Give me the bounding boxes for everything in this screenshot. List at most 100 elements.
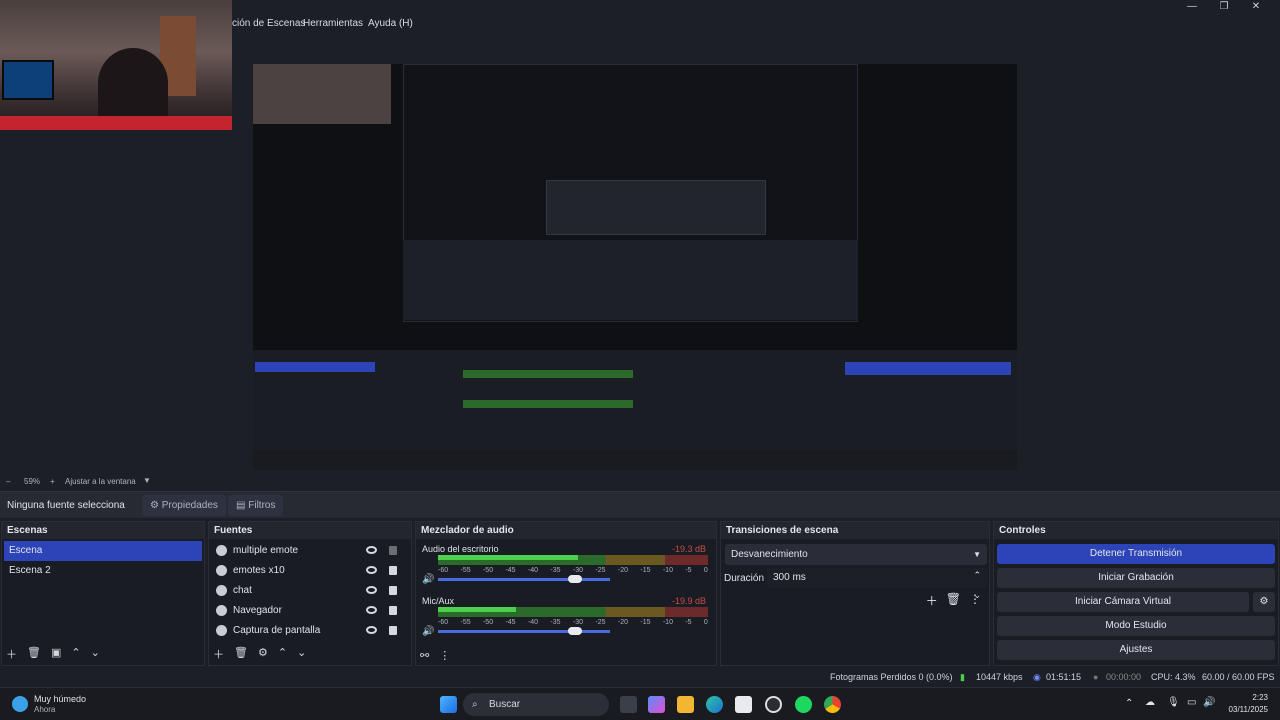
tick-label: -15 <box>640 567 651 574</box>
up-icon[interactable]: ⌃ <box>278 646 287 662</box>
source-item[interactable]: Captura de pantalla <box>211 621 409 641</box>
transitions-dock: Transiciones de escena Desvanecimiento ▼… <box>720 521 990 666</box>
record-icon: ● <box>1093 672 1099 682</box>
clock-time[interactable]: 2:23 <box>1228 693 1268 702</box>
volume-slider[interactable] <box>438 578 610 581</box>
tick-label: -25 <box>595 567 606 574</box>
visibility-icon[interactable] <box>366 586 377 594</box>
visibility-icon[interactable] <box>366 546 377 554</box>
source-type-icon <box>216 545 227 556</box>
visibility-icon[interactable] <box>366 606 377 614</box>
trash-icon[interactable]: 🗑 <box>27 646 41 662</box>
spotify-icon[interactable] <box>795 696 812 713</box>
trash-icon[interactable]: 🗑 <box>946 592 961 609</box>
obs-icon[interactable] <box>765 696 782 713</box>
zoom-plus[interactable]: + <box>50 477 55 486</box>
weather-icon <box>12 696 28 712</box>
lock-icon[interactable] <box>389 566 397 575</box>
file-explorer-icon[interactable] <box>677 696 694 713</box>
volume-slider[interactable] <box>438 630 610 633</box>
duration-input[interactable]: 300 ms ⌃ ⌄ <box>767 568 987 600</box>
fps: 60.00 / 60.00 FPS <box>1202 672 1275 682</box>
speaker-icon[interactable]: 🔊 <box>422 626 434 637</box>
tick-label: 0 <box>703 619 708 626</box>
mixer-channel: Audio del escritorio -19.3 dB -60 -55 -50 -45… <box>422 544 708 596</box>
lock-icon[interactable] <box>389 626 397 635</box>
scenes-toolbar: ＋ 🗑 ▣ ⌃ ⌄ <box>6 646 100 662</box>
down-icon[interactable]: ⌄ <box>91 646 100 662</box>
zoom-minus[interactable]: – <box>6 477 10 486</box>
filters-button[interactable]: ▤ Filtros <box>228 495 284 516</box>
menu-tools[interactable]: Herramientas <box>303 18 363 29</box>
source-item[interactable]: multiple emote <box>211 541 409 561</box>
menu-help[interactable]: Ayuda (H) <box>368 18 413 29</box>
transition-select[interactable]: Desvanecimiento ▼ <box>725 544 987 565</box>
task-view-icon[interactable] <box>620 696 637 713</box>
source-item[interactable]: emotes x10 <box>211 561 409 581</box>
tick-label: -15 <box>640 619 651 626</box>
gear-icon[interactable]: ⚙ <box>258 646 268 662</box>
volume-icon[interactable]: 🔊 <box>1203 697 1215 708</box>
lock-icon[interactable] <box>389 586 397 595</box>
chrome-icon[interactable] <box>824 696 841 713</box>
meter-ticks: -60 -55 -50 -45 -40 -35 -30 -25 -20 -15 -10 -5 0 <box>438 567 708 574</box>
properties-button[interactable]: ⚙ Propiedades <box>142 495 226 516</box>
virtual-camera-button[interactable]: Iniciar Cámara Virtual <box>997 592 1249 612</box>
volume-knob[interactable] <box>567 627 582 635</box>
tick-label: -5 <box>685 619 692 626</box>
visibility-icon[interactable] <box>366 566 377 574</box>
source-item[interactable]: Navegador <box>211 601 409 621</box>
filter-icon[interactable]: ▣ <box>51 646 61 662</box>
source-item[interactable]: chat <box>211 581 409 601</box>
copilot-icon[interactable] <box>648 696 665 713</box>
lock-icon[interactable] <box>389 606 397 615</box>
volume-knob[interactable] <box>567 575 582 583</box>
dropped-frames: Fotogramas Perdidos 0 (0.0%) <box>830 672 953 682</box>
taskbar-search[interactable]: ⌕ Buscar <box>463 693 609 716</box>
tick-label: -45 <box>505 619 516 626</box>
mic-icon[interactable]: 🎙 <box>1167 697 1180 708</box>
maximize-icon[interactable]: ❐ <box>1208 0 1240 14</box>
more-icon[interactable]: ⋮ <box>439 649 450 662</box>
tray-chevron-icon[interactable]: ⌃ <box>1125 698 1133 709</box>
chevron-down-icon[interactable]: ▼ <box>143 476 151 485</box>
network-icon[interactable]: ▭ <box>1187 697 1196 708</box>
tick-label: -20 <box>617 619 628 626</box>
store-icon[interactable] <box>735 696 752 713</box>
clock-date[interactable]: 03/11/2025 <box>1224 705 1268 714</box>
weather-title[interactable]: Muy húmedo <box>34 694 86 704</box>
advanced-audio-icon[interactable]: ⚯ <box>420 649 429 662</box>
menu-scene-collection[interactable]: ción de Escenas <box>232 18 305 29</box>
tick-label: -35 <box>550 619 561 626</box>
up-icon[interactable]: ⌃ <box>71 646 80 662</box>
preview-canvas[interactable] <box>253 40 1017 470</box>
start-recording-button[interactable]: Iniciar Grabación <box>997 568 1275 588</box>
minimize-icon[interactable]: — <box>1176 0 1208 14</box>
more-icon[interactable]: ⋮ <box>969 592 981 609</box>
scene-item[interactable]: Escena 2 <box>4 561 202 581</box>
sources-title: Fuentes <box>209 522 411 539</box>
tick-label: -40 <box>527 619 539 626</box>
close-icon[interactable]: ✕ <box>1240 0 1272 14</box>
stop-stream-button[interactable]: Detener Transmisión <box>997 544 1275 564</box>
scene-item[interactable]: Escena <box>4 541 202 561</box>
trash-icon[interactable]: 🗑 <box>234 646 248 662</box>
add-icon[interactable]: ＋ <box>6 646 17 662</box>
cloud-icon[interactable]: ☁ <box>1145 697 1155 708</box>
zoom-fit[interactable]: Ajustar a la ventana <box>65 477 136 486</box>
speaker-icon[interactable]: 🔊 <box>422 574 434 585</box>
add-icon[interactable]: ＋ <box>926 592 938 609</box>
down-icon[interactable]: ⌄ <box>297 646 306 662</box>
add-icon[interactable]: ＋ <box>213 646 224 662</box>
mixer-title: Mezclador de audio <box>416 522 716 539</box>
tick-label: 0 <box>703 567 708 574</box>
windows-start-icon[interactable] <box>440 696 457 713</box>
studio-mode-button[interactable]: Modo Estudio <box>997 616 1275 636</box>
edge-icon[interactable] <box>706 696 723 713</box>
taskbar: Muy húmedo Ahora ⌕ Buscar ⌃ ☁ 🎙 ▭ 🔊 2:23… <box>0 687 1280 720</box>
visibility-icon[interactable] <box>366 626 377 634</box>
lock-icon[interactable] <box>389 546 397 555</box>
gear-icon[interactable]: ⚙ <box>1253 592 1275 612</box>
settings-button[interactable]: Ajustes <box>997 640 1275 660</box>
weather-sub: Ahora <box>34 705 56 714</box>
